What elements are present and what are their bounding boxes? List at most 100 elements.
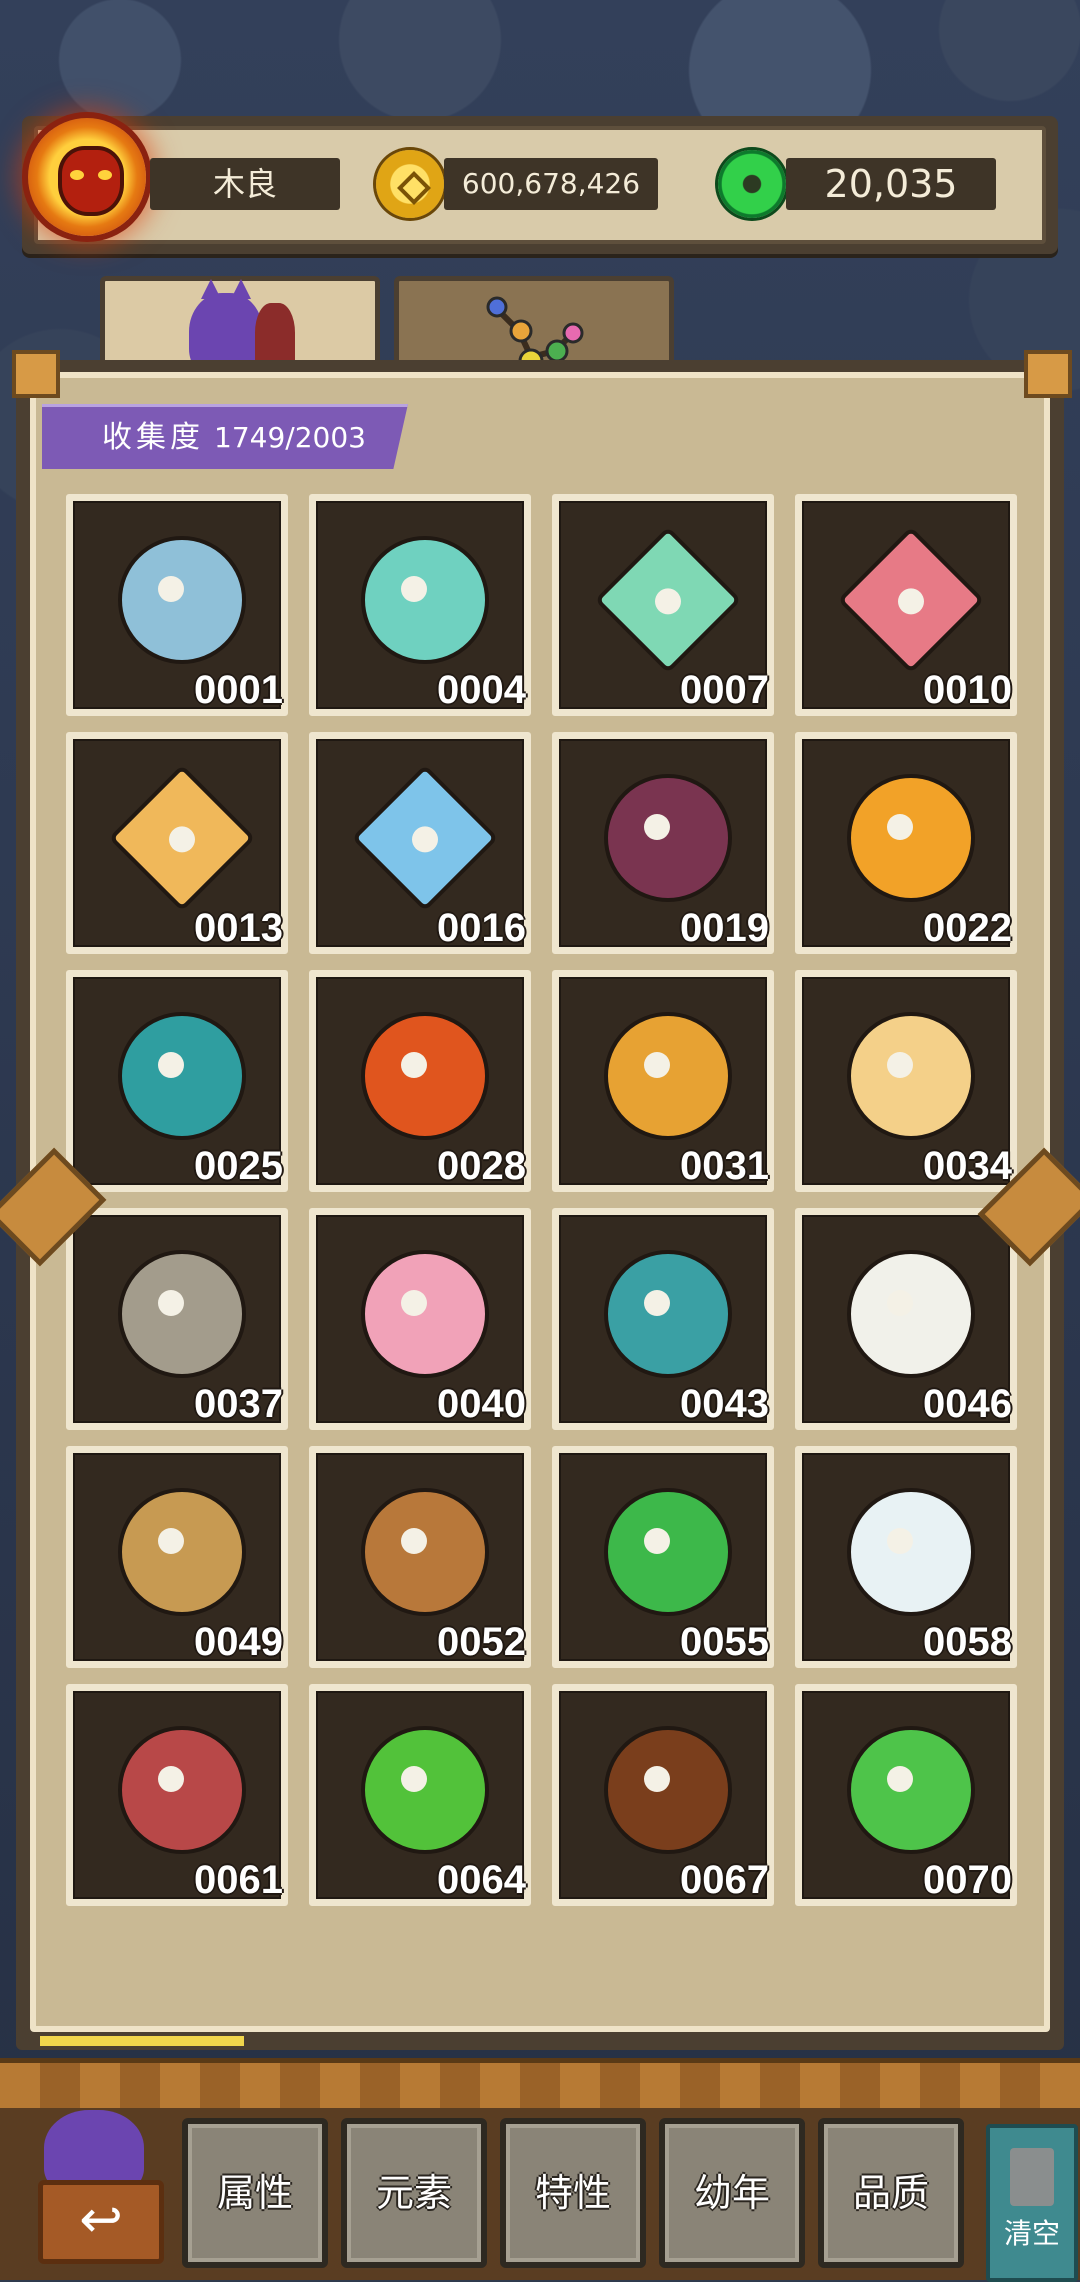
sprout-potato-icon xyxy=(118,1488,246,1616)
clear-filters-button[interactable]: 清空 xyxy=(986,2124,1078,2282)
monster-grid: 0001 0004 0007 0010 0013 0016 0019 0022 0025 0028… xyxy=(66,494,1018,1906)
monster-number: 0013 xyxy=(194,906,283,950)
monster-cell[interactable]: 0019 xyxy=(552,732,774,954)
heart-ghost-icon xyxy=(604,1250,732,1378)
face-icon xyxy=(158,1290,184,1316)
monster-cell[interactable]: 0055 xyxy=(552,1446,774,1668)
face-icon xyxy=(412,826,438,853)
spotted-chick-icon xyxy=(847,1012,975,1140)
face-icon xyxy=(887,814,913,840)
filter-trait-button[interactable]: 特性 xyxy=(500,2118,646,2268)
jade-amount: 20,035 xyxy=(786,158,996,210)
monster-number: 0037 xyxy=(194,1382,283,1426)
face-icon xyxy=(158,1766,184,1792)
monster-number: 0049 xyxy=(194,1620,283,1664)
face-icon xyxy=(644,1052,670,1078)
monster-cell[interactable]: 0061 xyxy=(66,1684,288,1906)
monster-cell[interactable]: 0043 xyxy=(552,1208,774,1430)
bottom-ornament xyxy=(0,2058,1080,2113)
monster-cell[interactable]: 0064 xyxy=(309,1684,531,1906)
back-arrow-icon: ↩ xyxy=(38,2180,164,2264)
monster-number: 0067 xyxy=(680,1858,769,1902)
monster-cell[interactable]: 0022 xyxy=(795,732,1017,954)
acorn-kid-icon xyxy=(604,1726,732,1854)
corner-ornament xyxy=(12,350,60,398)
blue-diamond-spirit-icon xyxy=(351,764,499,912)
filter-attribute-button[interactable]: 属性 xyxy=(182,2118,328,2268)
face-icon xyxy=(887,1290,913,1316)
player-name: 木良 xyxy=(150,158,340,210)
face-icon xyxy=(644,1766,670,1792)
monster-number: 0025 xyxy=(194,1144,283,1188)
monster-number: 0031 xyxy=(680,1144,769,1188)
monster-cell[interactable]: 0025 xyxy=(66,970,288,1192)
monster-cell[interactable]: 0058 xyxy=(795,1446,1017,1668)
monster-number: 0001 xyxy=(194,668,283,712)
teal-scroll-creature-icon xyxy=(361,536,489,664)
monster-number: 0019 xyxy=(680,906,769,950)
collection-banner: 收集度 1749/2003 xyxy=(42,404,408,469)
monster-number: 0046 xyxy=(923,1382,1012,1426)
monster-cell[interactable]: 0037 xyxy=(66,1208,288,1430)
monster-cell[interactable]: 0070 xyxy=(795,1684,1017,1906)
green-swirl-bird-icon xyxy=(361,1726,489,1854)
monster-number: 0064 xyxy=(437,1858,526,1902)
orange-seed-icon xyxy=(604,1012,732,1140)
monster-cell[interactable]: 0001 xyxy=(66,494,288,716)
monster-cell[interactable]: 0034 xyxy=(795,970,1017,1192)
monster-cell[interactable]: 0004 xyxy=(309,494,531,716)
gold-amount: 600,678,426 xyxy=(444,158,658,210)
face-icon xyxy=(401,1766,427,1792)
monster-cell[interactable]: 0046 xyxy=(795,1208,1017,1430)
demon-mask-icon xyxy=(58,146,124,216)
teal-ghost-icon xyxy=(118,1012,246,1140)
face-icon xyxy=(158,1052,184,1078)
monster-cell[interactable]: 0040 xyxy=(309,1208,531,1430)
monster-cell[interactable]: 0028 xyxy=(309,970,531,1192)
collection-label: 收集度 xyxy=(102,420,204,455)
green-snake-icon xyxy=(604,1488,732,1616)
gold-coin-icon xyxy=(376,150,444,218)
purple-chestnut-icon xyxy=(604,774,732,902)
monster-cell[interactable]: 0013 xyxy=(66,732,288,954)
pink-bulb-sprout-icon xyxy=(361,1250,489,1378)
face-icon xyxy=(644,1290,670,1316)
monster-number: 0055 xyxy=(680,1620,769,1664)
face-icon xyxy=(401,1052,427,1078)
monster-cell[interactable]: 0052 xyxy=(309,1446,531,1668)
monster-number: 0010 xyxy=(923,668,1012,712)
face-icon xyxy=(644,814,670,840)
trash-can-icon xyxy=(1010,2148,1054,2206)
face-icon xyxy=(158,1528,184,1554)
monster-number: 0061 xyxy=(194,1858,283,1902)
red-bean-sprout-icon xyxy=(118,1726,246,1854)
white-ghost-icon xyxy=(847,1488,975,1616)
monster-cell[interactable]: 0007 xyxy=(552,494,774,716)
monster-cell[interactable]: 0010 xyxy=(795,494,1017,716)
monster-number: 0040 xyxy=(437,1382,526,1426)
monster-cell[interactable]: 0031 xyxy=(552,970,774,1192)
clear-label: 清空 xyxy=(1003,2217,1060,2250)
monster-number: 0016 xyxy=(437,906,526,950)
filter-element-button[interactable]: 元素 xyxy=(341,2118,487,2268)
amber-diamond-spirit-icon xyxy=(108,764,256,912)
monster-cell[interactable]: 0016 xyxy=(309,732,531,954)
face-icon xyxy=(644,1528,670,1554)
scroll-progress xyxy=(40,2036,244,2046)
stone-monkey-icon xyxy=(118,1250,246,1378)
mint-diamond-spirit-icon xyxy=(594,526,742,674)
face-icon xyxy=(158,576,184,602)
face-icon xyxy=(401,576,427,602)
back-button[interactable]: ↩ xyxy=(30,2110,164,2270)
monster-cell[interactable]: 0049 xyxy=(66,1446,288,1668)
filter-juvenile-button[interactable]: 幼年 xyxy=(659,2118,805,2268)
monster-number: 0004 xyxy=(437,668,526,712)
collection-value: 1749/2003 xyxy=(214,421,366,454)
face-icon xyxy=(887,1766,913,1792)
filter-quality-button[interactable]: 品质 xyxy=(818,2118,964,2268)
monster-cell[interactable]: 0067 xyxy=(552,1684,774,1906)
player-avatar[interactable] xyxy=(28,118,146,236)
monster-number: 0070 xyxy=(923,1858,1012,1902)
orange-chick-icon xyxy=(847,774,975,902)
monster-number: 0028 xyxy=(437,1144,526,1188)
